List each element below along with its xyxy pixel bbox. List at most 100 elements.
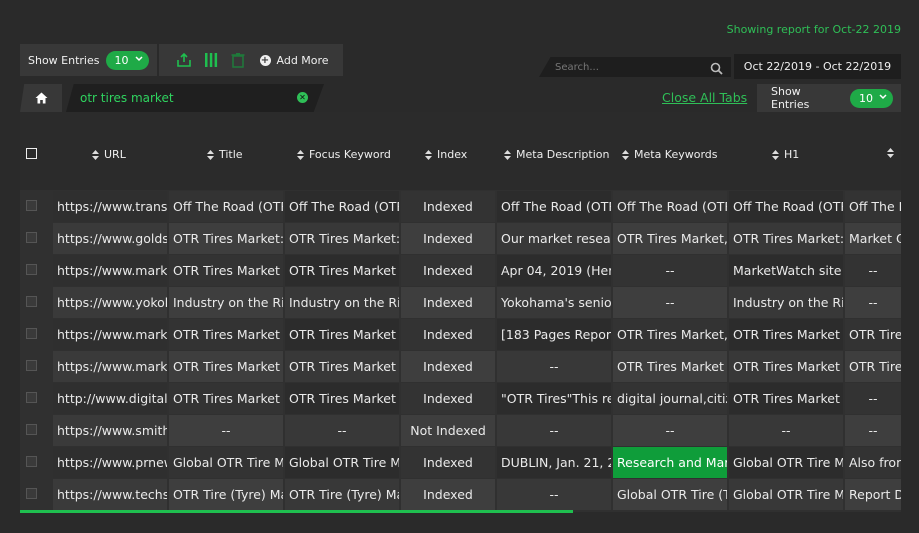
table-row[interactable]: https://www.goldsteinresearch.com OTR Tir… <box>20 223 901 255</box>
table-cell: -- <box>613 255 727 286</box>
table-cell: Indexed <box>401 287 495 318</box>
table-cell: -- <box>497 351 611 382</box>
tab-otr-tires-market[interactable]: otr tires market ✕ <box>66 84 324 112</box>
table-row[interactable]: https://www.marketsandmarkets.comOTR Tir… <box>20 351 901 383</box>
table-cell[interactable]: https://www.prnewswire.com <box>53 447 167 478</box>
table-cell[interactable]: https://www.techsciresearch.com <box>53 479 167 510</box>
sort-icon <box>297 149 304 160</box>
close-all-tabs-link[interactable]: Close All Tabs <box>662 90 747 105</box>
table-cell: Off The Road <box>845 191 901 222</box>
add-more-button[interactable]: + Add More <box>259 54 329 67</box>
row-checkbox[interactable] <box>26 296 37 307</box>
table-cell: OTR Tires Market 2019 <box>169 383 283 414</box>
table-cell[interactable]: https://www.transparencymarketresearch.c… <box>53 191 167 222</box>
table-cell: Research and Markets <box>613 447 727 478</box>
table-cell: Indexed <box>401 479 495 510</box>
search-icon[interactable] <box>710 60 723 77</box>
table-cell: Not Indexed <box>401 415 495 446</box>
table-cell[interactable]: https://www.yokohamaotr.com <box>53 287 167 318</box>
table-row[interactable]: https://www.marketwatch.comOTR Tires Mar… <box>20 255 901 287</box>
row-checkbox[interactable] <box>26 360 37 371</box>
row-checkbox[interactable] <box>26 392 37 403</box>
table-cell[interactable]: https://www.marketwatch.com <box>53 255 167 286</box>
search-input[interactable] <box>553 60 707 74</box>
actions-panel: + Add More <box>158 44 343 76</box>
table-cell: OTR Tires Market <box>613 351 727 382</box>
table-row[interactable]: https://www.techsciresearch.com OTR Tire … <box>20 479 901 511</box>
table-cell: Indexed <box>401 191 495 222</box>
table-cell: Indexed <box>401 255 495 286</box>
show-entries-panel: Show Entries 10 <box>20 44 157 76</box>
sort-icon <box>92 149 99 160</box>
table-cell[interactable]: http://www.digitaljournal.com <box>53 383 167 414</box>
table-row[interactable]: http://www.digitaljournal.comOTR Tires M… <box>20 383 901 415</box>
table-cell: OTR Tires Market Size <box>169 319 283 350</box>
column-header-label: Focus Keyword <box>309 148 391 161</box>
table-cell[interactable]: https://www.smithersrapra.com <box>53 415 167 446</box>
column-header[interactable]: Focus Keyword <box>297 148 391 161</box>
column-header[interactable]: H1 <box>772 148 799 161</box>
tab-bar: otr tires market ✕ <box>20 84 324 112</box>
table-cell[interactable]: https://www.marketresearchfuture.com <box>53 319 167 350</box>
table-cell: -- <box>497 479 611 510</box>
columns-icon[interactable] <box>200 49 222 71</box>
close-icon[interactable]: ✕ <box>297 92 308 103</box>
table-cell: -- <box>497 415 611 446</box>
column-header[interactable]: Meta Description <box>504 148 609 161</box>
column-header[interactable]: Title <box>207 148 243 161</box>
show-entries-select[interactable]: 10 <box>850 88 893 108</box>
table-toolbar: Show Entries 10 + Add More <box>20 44 343 76</box>
row-checkbox[interactable] <box>26 456 37 467</box>
column-header-label: Title <box>219 148 243 161</box>
show-entries-label: Show Entries <box>771 85 810 111</box>
select-all-checkbox[interactable] <box>26 148 37 159</box>
table-cell: OTR Tires Market worth <box>285 351 399 382</box>
table-row[interactable]: https://www.marketresearchfuture.comOTR … <box>20 319 901 351</box>
table-cell: -- <box>845 415 901 446</box>
column-header[interactable]: URL <box>92 148 126 161</box>
column-header-label: H1 <box>784 148 800 161</box>
row-checkbox[interactable] <box>26 488 37 499</box>
table-cell: DUBLIN, Jan. 21, 2019 <box>497 447 611 478</box>
table-cell: Indexed <box>401 223 495 254</box>
column-header[interactable]: Meta Keywords <box>622 148 718 161</box>
row-checkbox[interactable] <box>26 328 37 339</box>
sort-icon <box>207 149 214 160</box>
table-cell: digital journal,citizen journalism <box>613 383 727 414</box>
row-checkbox[interactable] <box>26 424 37 435</box>
table-cell: OTR Tires Market worth <box>169 351 283 382</box>
table-cell: "OTR Tires"This report <box>497 383 611 414</box>
row-checkbox[interactable] <box>26 200 37 211</box>
show-entries-select[interactable]: 10 <box>105 50 149 70</box>
column-header-label: Meta Description <box>516 148 610 161</box>
table-cell: -- <box>169 415 283 446</box>
table-row[interactable]: https://www.prnewswire.comGlobal OTR Tir… <box>20 447 901 479</box>
table-cell: OTR Tires Market • <box>729 351 843 382</box>
column-header[interactable]: Index <box>425 148 467 161</box>
table-cell: Global OTR Tire (Tyre) <box>613 479 727 510</box>
table-cell: OTR Tire (Tyre) Market <box>285 479 399 510</box>
table-cell: OTR Tires <box>845 319 901 350</box>
table-row[interactable]: https://www.transparencymarketresearch.c… <box>20 191 901 223</box>
row-checkbox[interactable] <box>26 232 37 243</box>
table-cell: Industry on the Rise <box>285 287 399 318</box>
table-cell: OTR Tires Market: Industry Analysis <box>285 223 399 254</box>
table-cell: OTR Tires Market 2019 <box>729 383 843 414</box>
show-entries-panel-2: Show Entries 10 <box>757 84 901 112</box>
horizontal-scrollbar[interactable] <box>20 510 573 513</box>
row-checkbox[interactable] <box>26 264 37 275</box>
table-cell: -- <box>285 415 399 446</box>
export-icon[interactable] <box>173 49 195 71</box>
table-row[interactable]: https://www.smithersrapra.com----Not Ind… <box>20 415 901 447</box>
table-cell: MarketWatch site logo <box>729 255 843 286</box>
column-header[interactable] <box>887 148 899 158</box>
table-row[interactable]: https://www.yokohamaotr.com Industry on t… <box>20 287 901 319</box>
table-cell: Report Description <box>845 479 901 510</box>
trash-icon[interactable] <box>227 49 249 71</box>
table-cell[interactable]: https://www.goldsteinresearch.com <box>53 223 167 254</box>
table-cell[interactable]: https://www.marketsandmarkets.com <box>53 351 167 382</box>
table-cell: OTR Tires <box>845 351 901 382</box>
date-range-picker[interactable]: Oct 22/2019 - Oct 22/2019 <box>734 54 901 79</box>
column-header-label: URL <box>104 148 126 161</box>
home-tab[interactable] <box>20 84 62 112</box>
